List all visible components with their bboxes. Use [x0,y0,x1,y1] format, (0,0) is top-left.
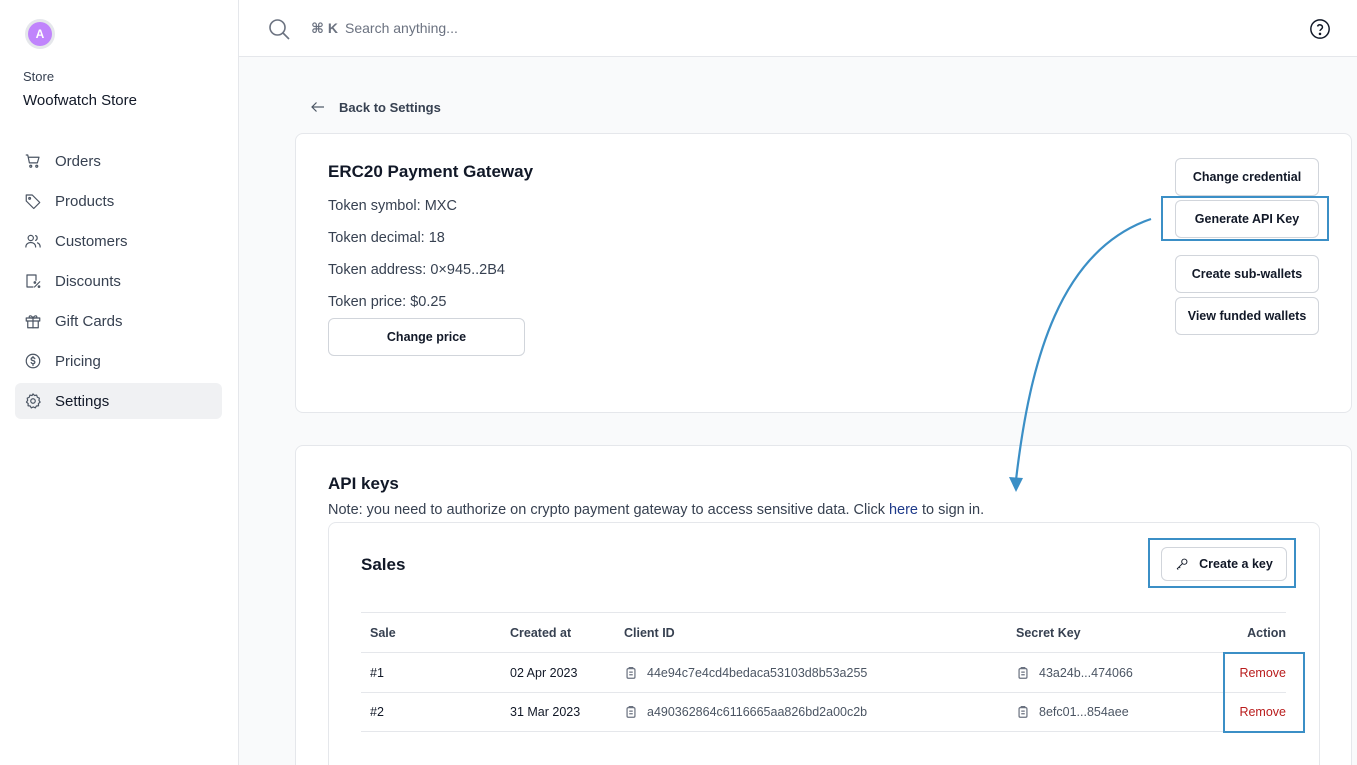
sidebar-nav: Orders Products Customers Discounts Gift… [15,143,222,423]
sidebar-item-label: Products [55,192,115,210]
remove-link[interactable]: Remove [1239,666,1286,680]
sidebar-item-customers[interactable]: Customers [15,223,222,259]
copy-icon[interactable] [624,705,638,719]
sidebar-item-label: Orders [55,152,101,170]
cell-created-at: 02 Apr 2023 [510,665,578,680]
create-key-button[interactable]: Create a key [1161,547,1287,581]
client-id-value: a490362864c6116665aa826bd2a00c2b [647,705,868,719]
sidebar-item-orders[interactable]: Orders [15,143,222,179]
sales-title: Sales [361,555,406,574]
help-icon[interactable] [1309,18,1331,40]
note-text-after: to sign in. [918,502,985,518]
users-icon [24,232,42,250]
store-avatar[interactable]: A [25,19,55,49]
gift-icon [24,312,42,330]
gateway-card: ERC20 Payment Gateway Token symbol: MXC … [295,133,1352,413]
copy-icon[interactable] [1016,705,1030,719]
sidebar-item-label: Settings [55,392,110,410]
sidebar-item-label: Gift Cards [55,312,123,330]
sidebar-item-settings[interactable]: Settings [15,383,222,419]
sidebar-item-gift-cards[interactable]: Gift Cards [15,303,222,339]
table-header: Sale Created at Client ID Secret Key Act… [361,612,1286,652]
col-client-id: Client ID [624,625,675,640]
sidebar-item-pricing[interactable]: Pricing [15,343,222,379]
sign-in-link[interactable]: here [889,502,918,518]
change-price-button[interactable]: Change price [328,318,525,356]
token-decimal: Token decimal: 18 [328,230,445,246]
table-row: #1 02 Apr 2023 44e94c7e4cd4bedaca53103d8… [361,652,1286,692]
key-icon [1176,558,1188,570]
store-label: Store [23,69,55,84]
api-keys-note: Note: you need to authorize on crypto pa… [328,502,984,518]
back-to-settings-link[interactable]: Back to Settings [309,98,441,116]
store-name[interactable]: Woofwatch Store [23,92,137,109]
sidebar-item-label: Customers [55,232,128,250]
secret-key-value: 43a24b...474066 [1039,665,1133,680]
copy-icon[interactable] [1016,666,1030,680]
secret-key-value: 8efc01...854aee [1039,705,1129,719]
col-sale: Sale [370,625,396,640]
client-id-value: 44e94c7e4cd4bedaca53103d8b53a255 [647,665,868,680]
sidebar-item-discounts[interactable]: Discounts [15,263,222,299]
cell-sale: #1 [370,665,384,680]
token-symbol: Token symbol: MXC [328,198,457,214]
cell-secret-key: 43a24b...474066 [1016,666,1216,680]
create-sub-wallets-button[interactable]: Create sub-wallets [1175,255,1319,293]
view-funded-wallets-button[interactable]: View funded wallets [1175,297,1319,335]
token-price: Token price: $0.25 [328,294,447,310]
sidebar: A Store Woofwatch Store Orders Products … [0,0,239,765]
cell-created-at: 31 Mar 2023 [510,705,581,719]
note-text-before: Note: you need to authorize on crypto pa… [328,502,889,518]
arrow-left-icon [311,102,324,112]
back-link-label: Back to Settings [339,99,441,115]
generate-api-key-button[interactable]: Generate API Key [1175,200,1319,238]
cell-client-id: a490362864c6116665aa826bd2a00c2b [624,705,1016,719]
col-created-at: Created at [510,625,572,640]
api-keys-table: Sale Created at Client ID Secret Key Act… [361,612,1286,732]
col-secret-key: Secret Key [1016,625,1081,640]
dollar-icon [24,352,42,370]
sales-panel: Sales Create a key Sale Created at Clien… [328,522,1320,765]
gear-icon [24,392,42,410]
tag-icon [24,192,42,210]
token-address: Token address: 0×945..2B4 [328,262,505,278]
api-keys-title: API keys [328,474,399,493]
remove-link[interactable]: Remove [1239,705,1286,719]
copy-icon[interactable] [624,666,638,680]
cell-secret-key: 8efc01...854aee [1016,705,1216,719]
cell-sale: #2 [370,705,384,719]
discount-icon [24,272,42,290]
cell-action: Remove [1216,705,1286,719]
sidebar-item-label: Pricing [55,352,101,370]
api-keys-card: API keys Note: you need to authorize on … [295,445,1352,765]
avatar-initial: A [28,22,52,46]
col-action: Action [1247,625,1286,640]
cell-client-id: 44e94c7e4cd4bedaca53103d8b53a255 [624,666,1016,680]
sidebar-item-products[interactable]: Products [15,183,222,219]
sidebar-item-label: Discounts [55,272,121,290]
cart-icon [24,152,42,170]
search-input[interactable]: Search anything... [345,20,458,36]
cell-action: Remove [1216,666,1286,680]
table-row: #2 31 Mar 2023 a490362864c6116665aa826bd… [361,692,1286,732]
search-icon[interactable] [267,17,291,41]
change-credential-button[interactable]: Change credential [1175,158,1319,196]
topbar: ⌘ K Search anything... [239,0,1357,57]
search-shortcut: ⌘ K [311,20,338,36]
gateway-title: ERC20 Payment Gateway [328,162,534,181]
create-key-label: Create a key [1199,557,1273,571]
